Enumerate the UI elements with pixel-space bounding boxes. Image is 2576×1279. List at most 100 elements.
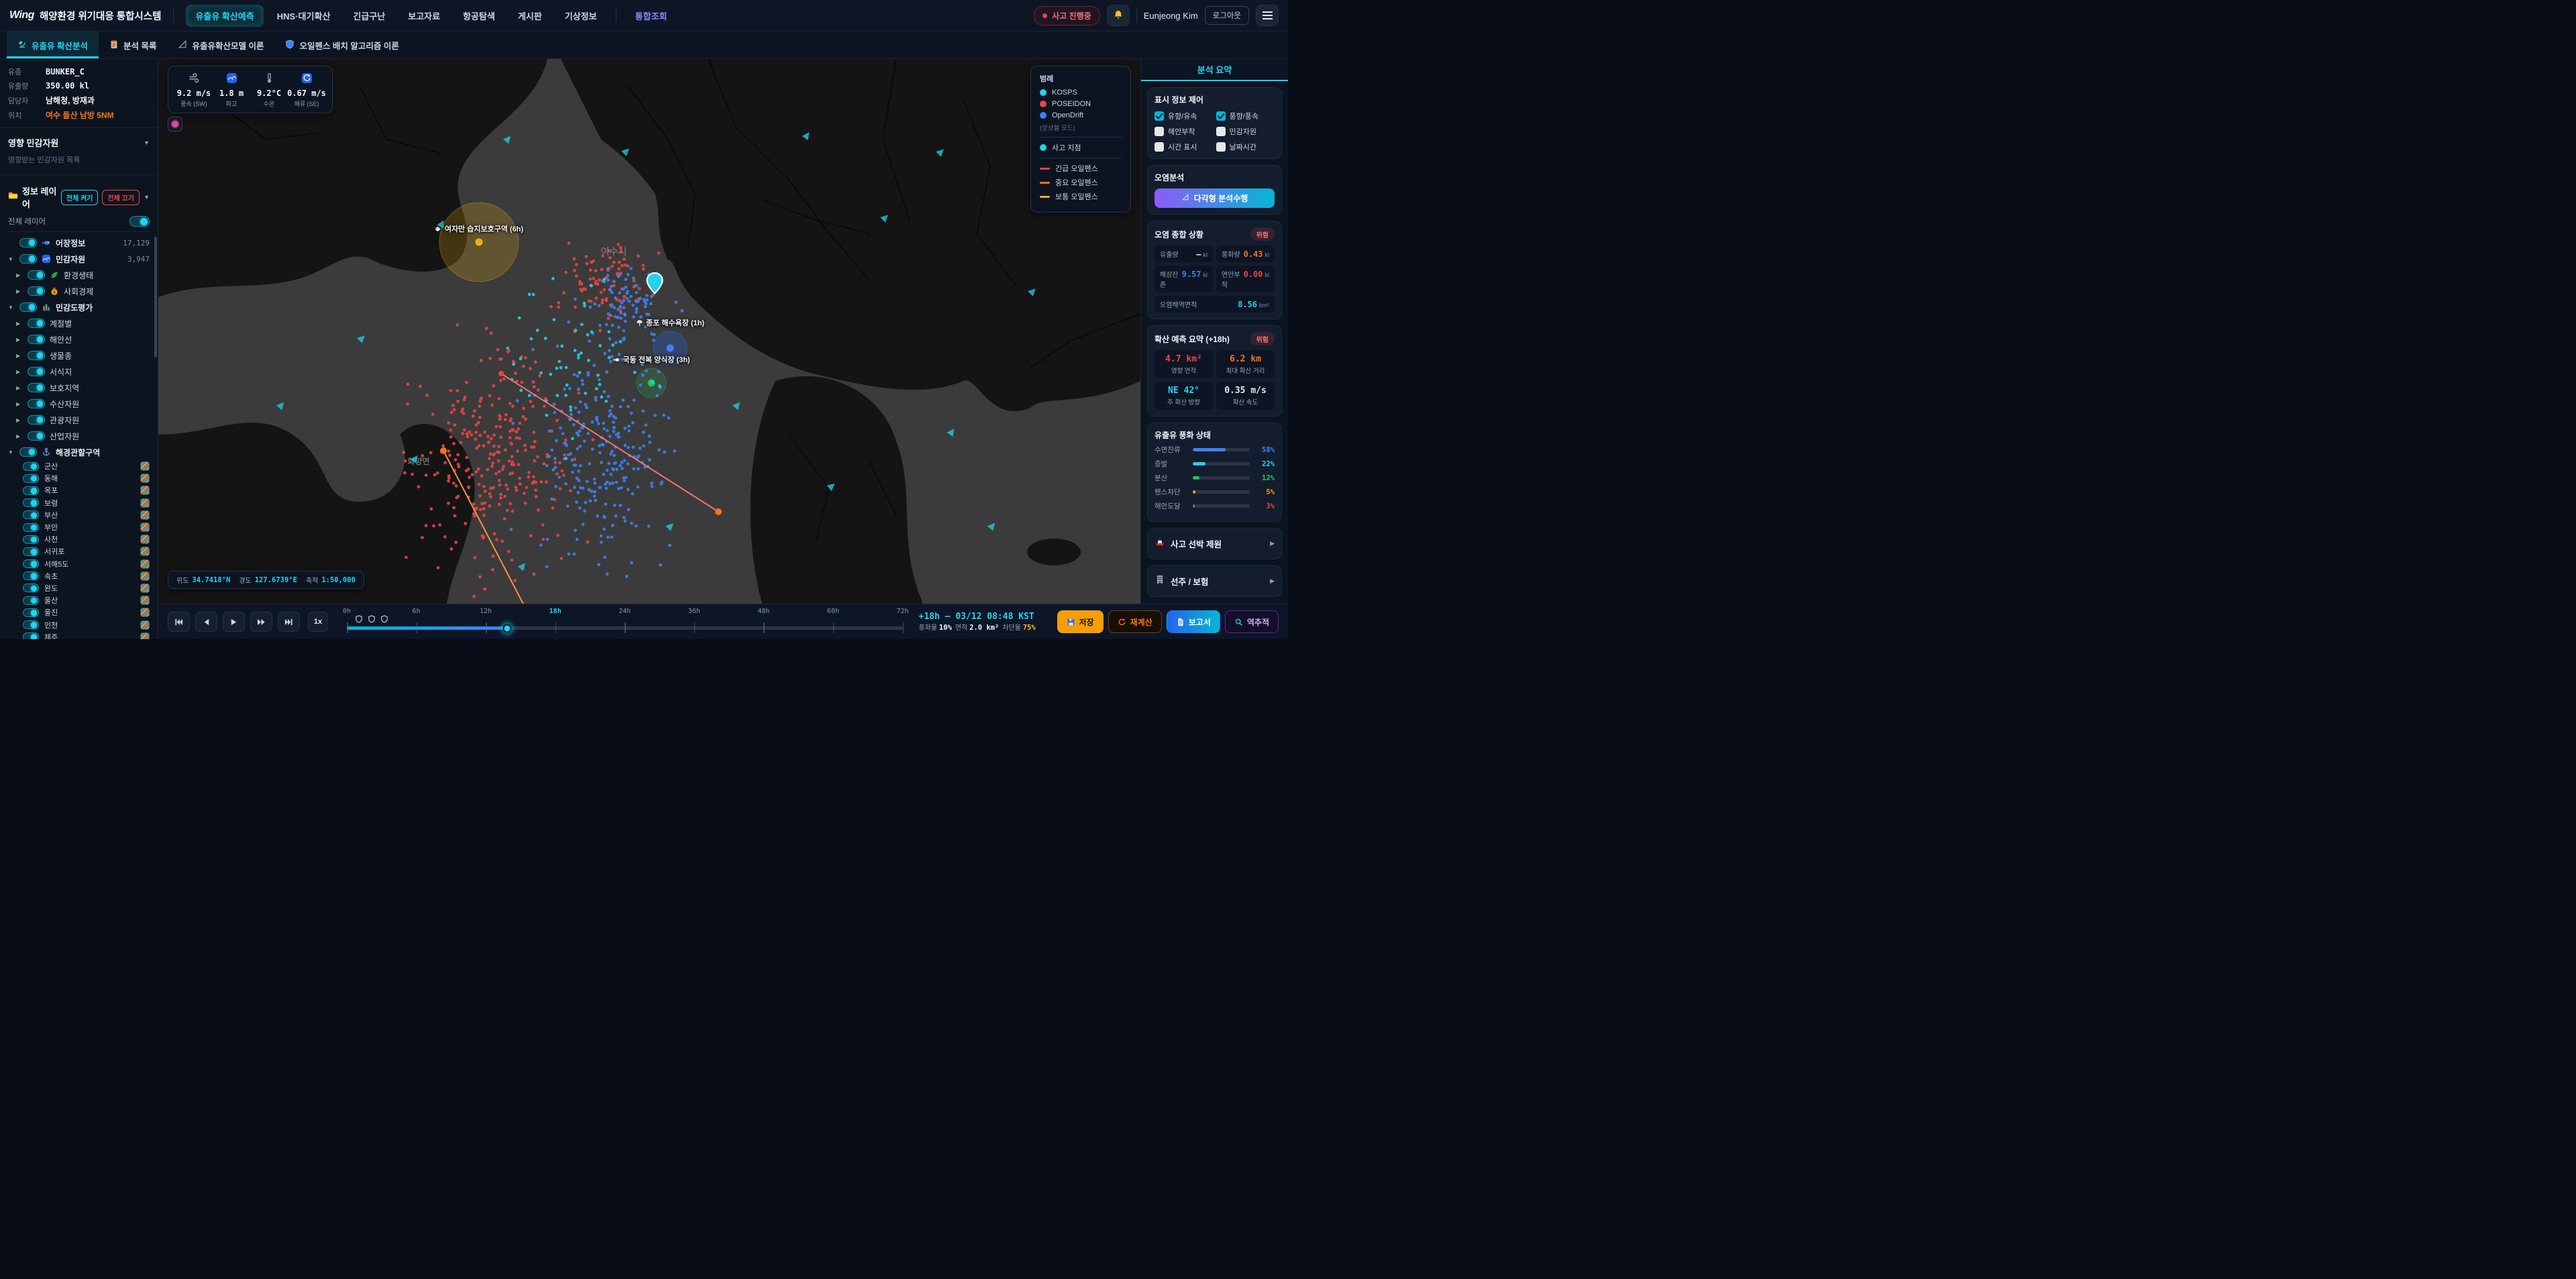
action-button-재계산[interactable]: 재계산 (1108, 610, 1162, 633)
region-style-button-속초[interactable] (140, 571, 150, 581)
layer-toggle-어장정보[interactable] (19, 238, 37, 247)
region-toggle-울진[interactable] (23, 608, 39, 617)
region-style-button-동해[interactable] (140, 474, 150, 483)
layer-toggle-계절별[interactable] (28, 319, 45, 328)
panel-title[interactable]: 분석 요약 (1141, 59, 1288, 81)
checkbox-유향/유속[interactable]: 유향/유속 (1155, 111, 1214, 121)
region-toggle-서해5도[interactable] (23, 559, 39, 568)
collapsible-card-사고 선박 제원[interactable]: 사고 선박 제원▶ (1147, 528, 1282, 559)
region-style-button-완도[interactable] (140, 583, 150, 593)
affected-resources-header[interactable]: 영향 민감자원 ▼ (0, 133, 158, 152)
region-toggle-울산[interactable] (23, 596, 39, 605)
region-style-button-울산[interactable] (140, 596, 150, 605)
fast-forward-button[interactable] (250, 612, 272, 632)
collapsible-card-선주 / 보험[interactable]: 선주 / 보험▶ (1147, 565, 1282, 597)
layer-toggle-환경생태[interactable] (28, 270, 45, 280)
all-layers-on-button[interactable]: 전체 켜기 (61, 190, 99, 205)
chevron-down-icon[interactable]: ▼ (8, 449, 15, 455)
tab-유출유확산모델-이론[interactable]: 유출유확산모델 이론 (167, 32, 274, 58)
region-toggle-완도[interactable] (23, 583, 39, 592)
region-style-button-군산[interactable] (140, 461, 150, 471)
chevron-right-icon[interactable]: ▶ (16, 288, 23, 294)
nav-item-항공탐색[interactable]: 항공탐색 (453, 5, 504, 27)
checkbox-시간 표시[interactable]: 시간 표시 (1155, 142, 1214, 152)
region-toggle-군산[interactable] (23, 462, 39, 471)
checkbox-날짜시간[interactable]: 날짜시간 (1216, 142, 1275, 152)
chevron-right-icon[interactable]: ▶ (16, 433, 23, 439)
play-button[interactable] (223, 612, 245, 632)
action-button-역추적[interactable]: 역추적 (1225, 610, 1279, 633)
timeline-slider[interactable]: 0h6h12h18h24h36h48h60h72h (347, 606, 903, 637)
layer-toggle-해안선[interactable] (28, 335, 45, 344)
region-style-button-제주[interactable] (140, 632, 150, 639)
region-style-button-인천[interactable] (140, 620, 150, 630)
region-toggle-동해[interactable] (23, 474, 39, 483)
region-style-button-부산[interactable] (140, 510, 150, 520)
action-button-보고서[interactable]: 보고서 (1167, 610, 1220, 633)
timeline-handle[interactable] (503, 624, 512, 632)
region-style-button-부안[interactable] (140, 522, 150, 532)
nav-item-HNS·대기확산[interactable]: HNS·대기확산 (268, 5, 340, 27)
polygon-analysis-button[interactable]: 다각형 분석수행 (1155, 188, 1275, 208)
map-style-toggle-button[interactable] (168, 117, 182, 131)
chevron-right-icon[interactable]: ▶ (16, 337, 23, 343)
region-toggle-부안[interactable] (23, 523, 39, 532)
all-layers-off-button[interactable]: 전체 끄기 (102, 190, 140, 205)
region-toggle-제주[interactable] (23, 632, 39, 639)
layer-toggle-해경관할구역[interactable] (19, 447, 37, 457)
chevron-right-icon[interactable]: ▶ (16, 321, 23, 327)
region-toggle-사천[interactable] (23, 535, 39, 544)
layer-toggle-민감자원[interactable] (19, 254, 37, 264)
layer-toggle-수산자원[interactable] (28, 399, 45, 408)
skip-end-button[interactable] (278, 612, 300, 632)
map-canvas[interactable]: 여수시화양면 여자만 습지보호구역 (6h)종포 해수욕장 (1h)국동 전복 … (158, 59, 1140, 604)
menu-button[interactable] (1256, 5, 1279, 26)
layer-toggle-생물종[interactable] (28, 351, 45, 360)
region-style-button-보령[interactable] (140, 498, 150, 508)
layer-toggle-서식지[interactable] (28, 367, 45, 376)
sidebar-scrollbar[interactable] (154, 237, 157, 357)
nav-item-게시판[interactable]: 게시판 (508, 5, 551, 27)
layer-toggle-보호지역[interactable] (28, 383, 45, 392)
notifications-button[interactable] (1107, 5, 1130, 26)
layer-toggle-관광자원[interactable] (28, 415, 45, 425)
checkbox-해안부착[interactable]: 해안부착 (1155, 126, 1214, 137)
chevron-right-icon[interactable]: ▶ (16, 417, 23, 423)
playback-speed-button[interactable]: 1x (308, 612, 328, 632)
incident-location-pin[interactable] (646, 272, 663, 298)
chevron-right-icon[interactable]: ▶ (16, 401, 23, 407)
tab-유출유-확산분석[interactable]: 유출유 확산분석 (7, 32, 99, 58)
chevron-right-icon[interactable]: ▶ (16, 353, 23, 359)
chevron-down-icon[interactable]: ▼ (8, 256, 15, 262)
tab-오일펜스-배치-알고리즘-이론[interactable]: 오일펜스 배치 알고리즘 이론 (274, 32, 409, 58)
chevron-right-icon[interactable]: ▶ (16, 385, 23, 391)
region-toggle-속초[interactable] (23, 571, 39, 580)
region-style-button-울진[interactable] (140, 608, 150, 617)
layer-toggle-민감도평가[interactable] (19, 302, 37, 312)
logout-button[interactable]: 로그아웃 (1205, 6, 1249, 25)
checkbox-민감자원[interactable]: 민감자원 (1216, 126, 1275, 137)
region-toggle-인천[interactable] (23, 620, 39, 629)
chevron-down-icon[interactable]: ▼ (8, 304, 15, 311)
nav-item-유출유-확산예측[interactable]: 유출유 확산예측 (186, 5, 263, 27)
chevron-right-icon[interactable]: ▶ (16, 272, 23, 278)
region-toggle-목포[interactable] (23, 486, 39, 495)
region-style-button-목포[interactable] (140, 486, 150, 495)
nav-item-보고자료[interactable]: 보고자료 (398, 5, 449, 27)
region-style-button-서귀포[interactable] (140, 547, 150, 556)
region-toggle-서귀포[interactable] (23, 547, 39, 556)
action-button-저장[interactable]: 저장 (1057, 610, 1104, 633)
nav-item-기상정보[interactable]: 기상정보 (555, 5, 606, 27)
region-toggle-부산[interactable] (23, 510, 39, 519)
chevron-right-icon[interactable]: ▶ (16, 369, 23, 375)
region-toggle-보령[interactable] (23, 498, 39, 507)
layer-toggle-산업자원[interactable] (28, 431, 45, 441)
checkbox-풍향/풍속[interactable]: 풍향/풍속 (1216, 111, 1275, 121)
tab-분석-목록[interactable]: 분석 목록 (99, 32, 167, 58)
nav-item-통합조회[interactable]: 통합조회 (626, 5, 677, 27)
region-style-button-사천[interactable] (140, 535, 150, 544)
region-style-button-서해5도[interactable] (140, 559, 150, 569)
layer-toggle-사회경제[interactable] (28, 286, 45, 296)
step-back-button[interactable] (195, 612, 217, 632)
master-layer-toggle[interactable] (129, 216, 150, 227)
